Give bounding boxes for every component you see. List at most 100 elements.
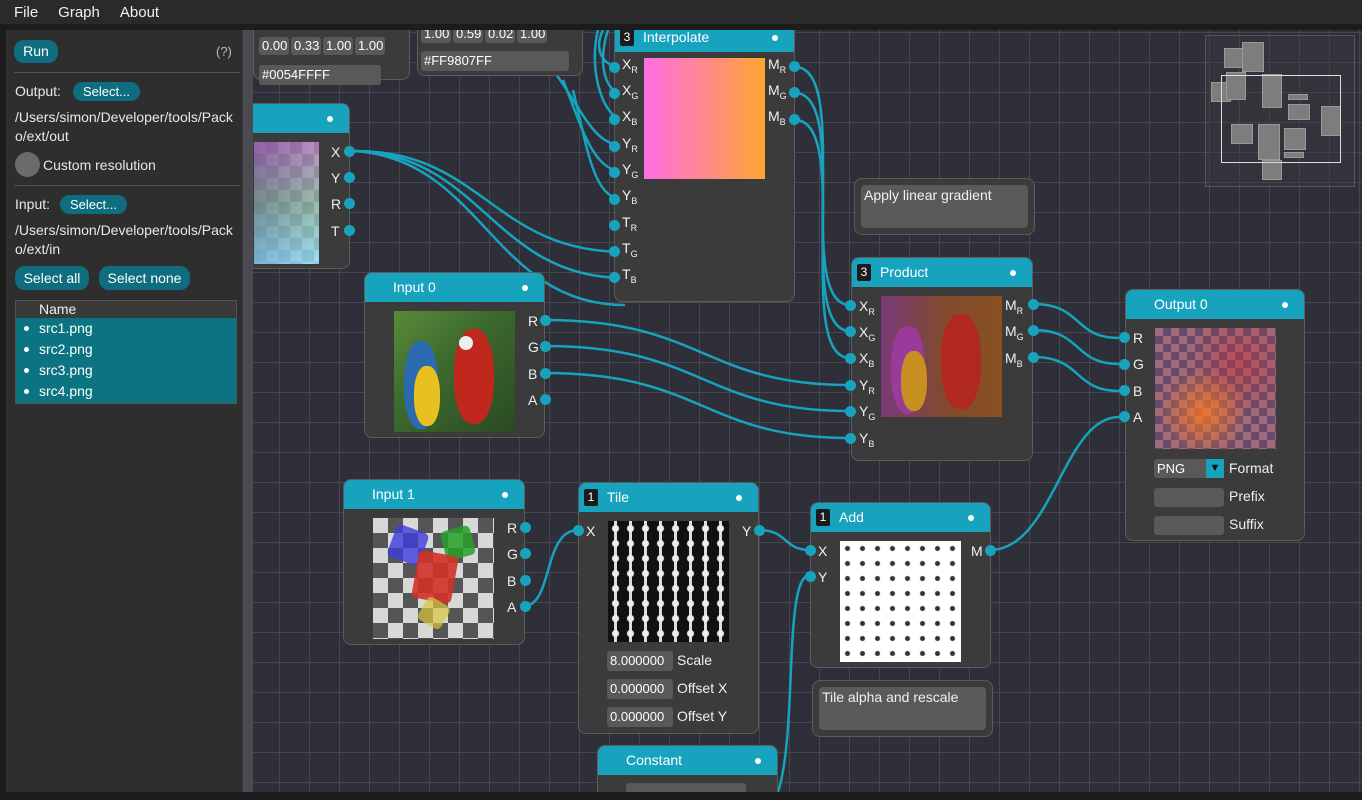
input-port[interactable] [1119, 411, 1130, 422]
input-port[interactable] [845, 406, 856, 417]
input-port[interactable] [1119, 385, 1130, 396]
output-port[interactable] [520, 548, 531, 559]
product-node[interactable]: 3 Product XR XG XB YR YG YB MR MG MB [851, 257, 1033, 461]
input-port[interactable] [609, 62, 620, 73]
input-port[interactable] [1119, 332, 1130, 343]
node-title[interactable]: Constant [598, 746, 777, 775]
color-hex-field[interactable]: #0054FFFF [259, 65, 381, 85]
output-port[interactable] [1028, 352, 1039, 363]
node-menu-dot[interactable] [522, 285, 528, 291]
minimap[interactable] [1205, 35, 1355, 187]
sidebar-scrollbar[interactable] [243, 30, 253, 792]
color-g-field[interactable]: 0.33 [291, 37, 321, 55]
add-node[interactable]: 1 Add X Y M [810, 502, 991, 668]
comment-node[interactable]: Apply linear gradient [854, 178, 1035, 235]
node-menu-dot[interactable] [968, 515, 974, 521]
node-menu-dot[interactable] [736, 495, 742, 501]
run-button[interactable]: Run [14, 40, 58, 63]
output-port[interactable] [520, 575, 531, 586]
minimap-viewport[interactable] [1221, 75, 1341, 163]
select-all-button[interactable]: Select all [15, 266, 89, 290]
color-r-field[interactable]: 1.00 [421, 30, 451, 43]
input-port[interactable] [845, 300, 856, 311]
list-item[interactable]: src3.png [16, 360, 236, 381]
output-port[interactable] [520, 522, 531, 533]
node-title[interactable]: 3 Interpolate [615, 30, 794, 52]
input0-node[interactable]: Input 0 R G B A [364, 272, 545, 438]
input-port[interactable] [609, 114, 620, 125]
custom-resolution-toggle[interactable] [15, 152, 40, 177]
node-title[interactable]: Input 1 [344, 480, 524, 509]
input-port[interactable] [609, 272, 620, 283]
input-port[interactable] [609, 194, 620, 205]
color-r-field[interactable]: 0.00 [259, 37, 289, 55]
output-port[interactable] [789, 61, 800, 72]
help-button[interactable]: (?) [216, 44, 232, 59]
input-port[interactable] [609, 220, 620, 231]
suffix-field[interactable] [1154, 516, 1224, 535]
output-port[interactable] [754, 525, 765, 536]
output-port[interactable] [540, 341, 551, 352]
color-a-field[interactable]: 1.00 [355, 37, 385, 55]
output0-node[interactable]: Output 0 R G B A PNG ▼ Format Prefix Suf… [1125, 289, 1305, 541]
input-port[interactable] [609, 88, 620, 99]
output-select-button[interactable]: Select... [73, 82, 140, 101]
output-port[interactable] [789, 87, 800, 98]
color-g-field[interactable]: 0.59 [453, 30, 483, 43]
offset-x-field[interactable]: 0.000000 [607, 679, 673, 699]
input-port[interactable] [1119, 359, 1130, 370]
color-hex-field[interactable]: #FF9807FF [421, 51, 569, 71]
output-port[interactable] [520, 601, 531, 612]
node-menu-dot[interactable] [502, 492, 508, 498]
interpolate-node[interactable]: 3 Interpolate XR XG XB YR YG YB TR TG TB… [614, 30, 795, 302]
output-port[interactable] [789, 114, 800, 125]
list-item[interactable]: src1.png [16, 318, 236, 339]
select-none-button[interactable]: Select none [99, 266, 190, 290]
node-title[interactable]: Input 0 [365, 273, 544, 302]
node-title[interactable]: 3 Product [852, 258, 1032, 287]
input-port[interactable] [845, 353, 856, 364]
input-port[interactable] [805, 545, 816, 556]
output-port[interactable] [344, 172, 355, 183]
comment-text[interactable]: Apply linear gradient [861, 185, 1028, 228]
node-title[interactable] [253, 104, 349, 133]
output-port[interactable] [1028, 325, 1039, 336]
node-title[interactable]: 1 Tile [579, 483, 758, 512]
node-menu-dot[interactable] [755, 758, 761, 764]
tile-node[interactable]: 1 Tile X Y 8.000000 Scale 0.000000 Offse… [578, 482, 759, 734]
input-port[interactable] [845, 433, 856, 444]
chevron-down-icon[interactable]: ▼ [1206, 459, 1224, 478]
node-menu-dot[interactable] [1010, 270, 1016, 276]
color-b-field[interactable]: 1.00 [323, 37, 353, 55]
node-title[interactable]: Output 0 [1126, 290, 1304, 319]
input1-node[interactable]: Input 1 R G B A [343, 479, 525, 645]
color-node-a[interactable]: 0.00 0.33 1.00 1.00 #0054FFFF [253, 30, 410, 85]
output-port[interactable] [540, 315, 551, 326]
input-select-button[interactable]: Select... [60, 195, 127, 214]
input-port[interactable] [805, 571, 816, 582]
color-node-b[interactable]: 1.00 0.59 0.02 1.00 #FF9807FF [417, 30, 583, 76]
graph-canvas[interactable]: 0.00 0.33 1.00 1.00 #0054FFFF 1.00 0.59 … [253, 30, 1362, 792]
output-port[interactable] [344, 198, 355, 209]
input-port[interactable] [573, 525, 584, 536]
menu-about[interactable]: About [110, 4, 169, 21]
list-item[interactable]: src2.png [16, 339, 236, 360]
color-b-field[interactable]: 0.02 [485, 30, 515, 43]
output-port[interactable] [1028, 299, 1039, 310]
constant-node[interactable]: Constant [597, 745, 778, 792]
constant-field[interactable] [626, 783, 746, 792]
color-a-field[interactable]: 1.00 [517, 30, 547, 43]
node-menu-dot[interactable] [772, 35, 778, 41]
output-port[interactable] [344, 225, 355, 236]
input-port[interactable] [609, 246, 620, 257]
input-port[interactable] [845, 326, 856, 337]
comment-text[interactable]: Tile alpha and rescale [819, 687, 986, 730]
input-port[interactable] [845, 380, 856, 391]
output-port[interactable] [985, 545, 996, 556]
prefix-field[interactable] [1154, 488, 1224, 507]
node-menu-dot[interactable] [1282, 302, 1288, 308]
node-menu-dot[interactable] [327, 116, 333, 122]
output-port[interactable] [540, 368, 551, 379]
output-port[interactable] [540, 394, 551, 405]
offset-y-field[interactable]: 0.000000 [607, 707, 673, 727]
